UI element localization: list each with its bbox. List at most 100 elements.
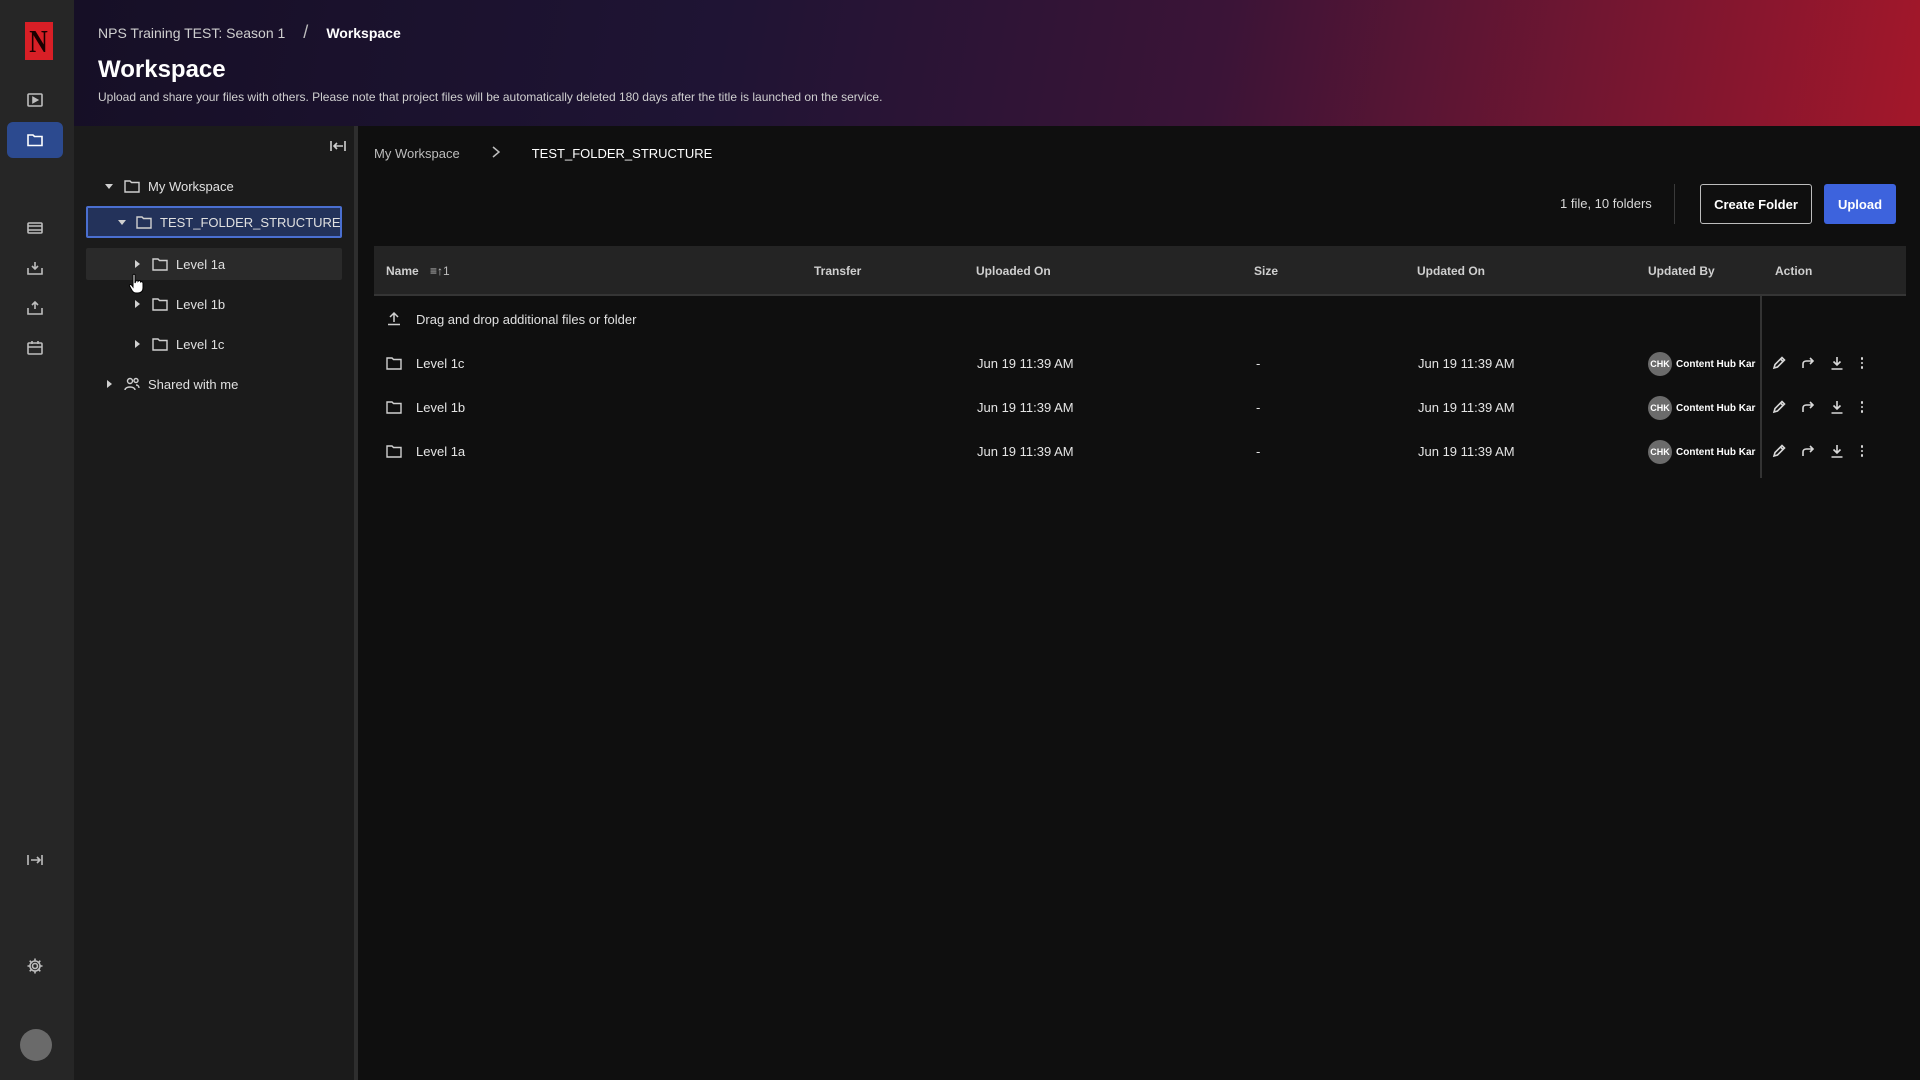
delivery-icon[interactable] — [7, 290, 63, 326]
row-actions — [1770, 442, 1867, 460]
main-content: My Workspace TEST_FOLDER_STRUCTURE 1 fil… — [358, 126, 1920, 1080]
caret-right-icon[interactable] — [104, 379, 114, 389]
row-uploaded-on: Jun 19 11:39 AM — [977, 444, 1074, 459]
expand-icon[interactable] — [7, 842, 63, 878]
avatar: CHK — [1648, 440, 1672, 464]
play-icon[interactable] — [7, 82, 63, 118]
logo-letter: N — [29, 22, 49, 59]
netflix-logo[interactable]: N — [25, 22, 53, 60]
column-header-updated-on[interactable]: Updated On — [1417, 264, 1485, 278]
row-name[interactable]: Level 1a — [416, 444, 465, 459]
column-header-transfer: Transfer — [814, 264, 862, 278]
breadcrumb-root[interactable]: My Workspace — [374, 146, 460, 161]
files-table: Name ≡↑1 Transfer Uploaded On Size Updat… — [374, 246, 1906, 478]
tree-node-label: Level 1c — [176, 336, 225, 352]
item-count: 1 file, 10 folders — [1560, 196, 1652, 211]
table-row[interactable]: Level 1c Jun 19 11:39 AM - Jun 19 11:39 … — [374, 342, 1906, 386]
caret-right-icon[interactable] — [132, 339, 142, 349]
download-icon[interactable] — [1828, 442, 1846, 460]
row-name[interactable]: Level 1c — [416, 356, 464, 371]
folder-icon — [386, 356, 402, 370]
row-updated-by: CHK Content Hub Kar — [1648, 396, 1760, 420]
tree-node-test-folder-structure[interactable]: TEST_FOLDER_STRUCTURE — [86, 206, 342, 238]
column-header-uploaded-on[interactable]: Uploaded On — [976, 264, 1051, 278]
user-avatar[interactable] — [20, 1029, 52, 1061]
more-options-icon[interactable] — [1857, 398, 1867, 416]
share-icon[interactable] — [1799, 354, 1817, 372]
edit-icon[interactable] — [1770, 398, 1788, 416]
calendar-icon[interactable] — [7, 330, 63, 366]
share-icon[interactable] — [1799, 442, 1817, 460]
row-name[interactable]: Level 1b — [416, 400, 465, 415]
tree-node-label: Shared with me — [148, 376, 239, 392]
download-icon[interactable] — [1828, 354, 1846, 372]
breadcrumb-separator: / — [303, 22, 309, 42]
tree-node-shared-with-me[interactable]: Shared with me — [104, 368, 324, 400]
caret-right-icon[interactable] — [132, 299, 142, 309]
table-row[interactable]: Level 1a Jun 19 11:39 AM - Jun 19 11:39 … — [374, 430, 1906, 474]
row-size: - — [1256, 356, 1261, 371]
updated-by-name: Content Hub Kar — [1676, 402, 1756, 414]
caret-right-icon[interactable] — [132, 259, 142, 269]
tree-node-level-1a[interactable]: Level 1a — [86, 248, 342, 280]
column-header-updated-by[interactable]: Updated By — [1648, 264, 1715, 278]
breadcrumb-current: TEST_FOLDER_STRUCTURE — [531, 146, 713, 161]
tree-node-label: My Workspace — [148, 178, 234, 194]
drop-zone[interactable]: Drag and drop additional files or folder — [374, 296, 1906, 342]
caret-down-icon[interactable] — [118, 217, 126, 227]
shared-users-icon — [124, 377, 140, 391]
upload-button[interactable]: Upload — [1824, 184, 1896, 224]
divider — [1674, 184, 1675, 224]
sort-icon[interactable]: ≡↑1 — [430, 264, 450, 278]
folder-icon — [152, 337, 168, 351]
more-options-icon[interactable] — [1857, 442, 1867, 460]
breadcrumb: NPS Training TEST: Season 1 / Workspace — [98, 22, 401, 43]
page-header: NPS Training TEST: Season 1 / Workspace … — [74, 0, 1920, 126]
edit-icon[interactable] — [1770, 442, 1788, 460]
row-updated-on: Jun 19 11:39 AM — [1418, 400, 1515, 415]
left-rail: N — [0, 0, 74, 1080]
column-header-name[interactable]: Name ≡↑1 — [386, 264, 450, 278]
caret-down-icon[interactable] — [104, 181, 114, 191]
row-updated-by: CHK Content Hub Kar — [1648, 352, 1760, 376]
gear-icon[interactable] — [7, 948, 63, 984]
folder-tree: My Workspace TEST_FOLDER_STRUCTURE Level… — [74, 126, 354, 1080]
edit-icon[interactable] — [1770, 354, 1788, 372]
row-uploaded-on: Jun 19 11:39 AM — [977, 400, 1074, 415]
share-icon[interactable] — [1799, 398, 1817, 416]
folder-icon — [386, 400, 402, 414]
breadcrumb-parent[interactable]: NPS Training TEST: Season 1 — [98, 25, 285, 41]
tree-node-label: Level 1a — [176, 256, 226, 272]
row-actions — [1770, 398, 1867, 416]
tree-node-my-workspace[interactable]: My Workspace — [104, 170, 304, 202]
folder-icon[interactable] — [7, 122, 63, 158]
folder-icon — [386, 444, 402, 458]
inbox-icon[interactable] — [7, 250, 63, 286]
updated-by-name: Content Hub Kar — [1676, 358, 1756, 370]
hand-cursor-icon — [128, 273, 144, 294]
avatar: CHK — [1648, 396, 1672, 420]
film-icon[interactable] — [7, 210, 63, 246]
page-subtitle: Upload and share your files with others.… — [98, 90, 883, 104]
download-icon[interactable] — [1828, 398, 1846, 416]
create-folder-button[interactable]: Create Folder — [1700, 184, 1812, 224]
row-size: - — [1256, 400, 1261, 415]
tree-node-level-1c[interactable]: Level 1c — [86, 328, 342, 360]
drop-zone-text: Drag and drop additional files or folder — [416, 312, 637, 327]
tree-node-level-1b[interactable]: Level 1b — [86, 288, 342, 320]
breadcrumb-current: Workspace — [326, 24, 401, 41]
folder-icon — [152, 297, 168, 311]
row-updated-on: Jun 19 11:39 AM — [1418, 444, 1515, 459]
row-updated-on: Jun 19 11:39 AM — [1418, 356, 1515, 371]
avatar: CHK — [1648, 352, 1672, 376]
tree-node-label: Level 1b — [176, 296, 226, 312]
upload-icon — [386, 310, 402, 326]
row-actions — [1770, 354, 1867, 372]
more-options-icon[interactable] — [1857, 354, 1867, 372]
table-header: Name ≡↑1 Transfer Uploaded On Size Updat… — [374, 246, 1906, 296]
row-updated-by: CHK Content Hub Kar — [1648, 440, 1760, 464]
collapse-panel-icon[interactable] — [328, 136, 348, 156]
table-row[interactable]: Level 1b Jun 19 11:39 AM - Jun 19 11:39 … — [374, 386, 1906, 430]
folder-icon — [124, 179, 140, 193]
column-header-size[interactable]: Size — [1254, 264, 1278, 278]
